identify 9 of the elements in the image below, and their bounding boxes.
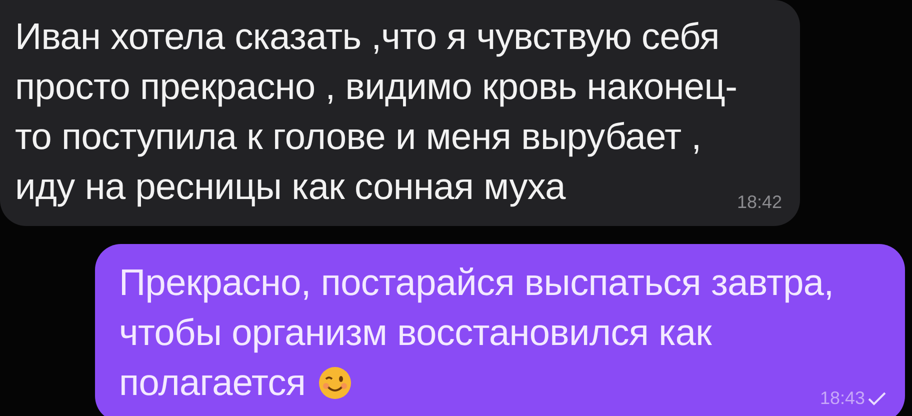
message-text: полагается [119, 362, 306, 404]
message-text: Прекрасно, постарайся выспаться завтра, [119, 262, 834, 304]
message-text: Иван хотела сказать ,что я чувствую себя [15, 16, 720, 58]
message-time: 18:43 [820, 387, 865, 410]
message-text: просто прекрасно , видимо кровь наконец- [15, 66, 738, 108]
message-text: чтобы организм восстановился как [119, 312, 712, 354]
message-time: 18:42 [736, 191, 782, 214]
message-text: иду на ресницы как сонная муха [15, 166, 566, 208]
message-text: то поступила к голове и меня вырубает , [15, 116, 702, 158]
